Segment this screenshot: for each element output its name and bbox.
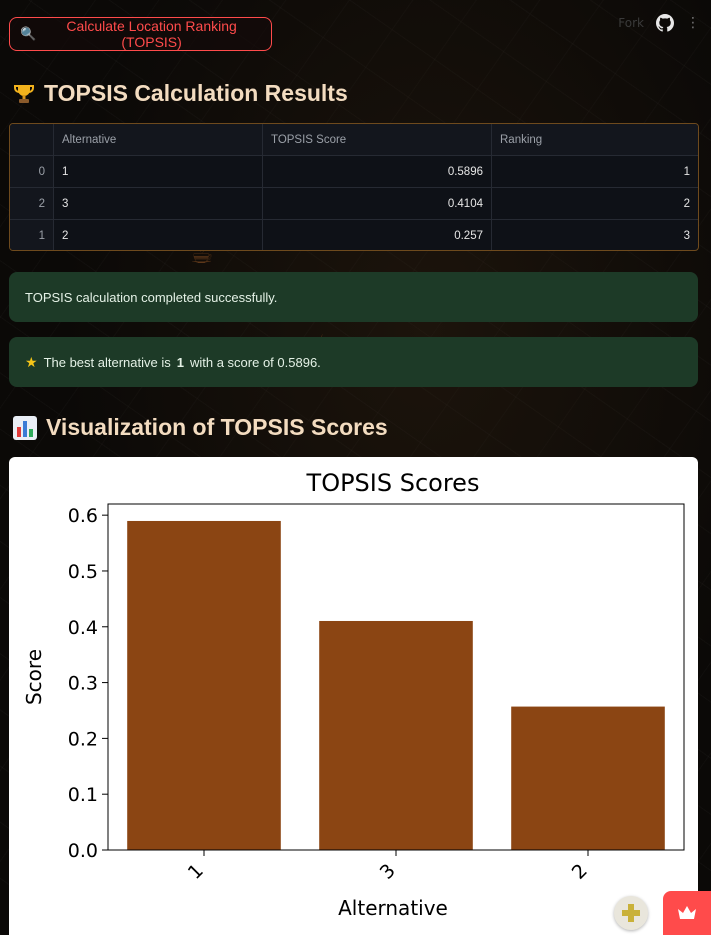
cell-score: 0.4104 [262, 187, 492, 220]
best-prefix: The best alternative is [43, 354, 171, 370]
success-message: TOPSIS calculation completed successfull… [25, 289, 278, 305]
column-header-score[interactable]: TOPSIS Score [262, 124, 492, 156]
y-axis-label: Score [22, 649, 46, 705]
bar-chart-icon [13, 415, 37, 440]
column-header-ranking[interactable]: Ranking [491, 124, 698, 156]
cell-alternative: 3 [53, 187, 263, 220]
cell-ranking: 2 [491, 187, 698, 220]
cell-score: 0.5896 [262, 155, 492, 188]
table-row[interactable]: 0 1 0.5896 1 [10, 155, 698, 188]
topsis-scores-chart: TOPSIS Scores 0.0 0.1 0.2 0.3 0.4 0.5 0.6 132 … [9, 457, 698, 935]
cell-score: 0.257 [262, 219, 492, 250]
success-alert: TOPSIS calculation completed successfull… [9, 272, 698, 322]
results-heading: TOPSIS Calculation Results [12, 80, 348, 107]
table-header-row: Alternative TOPSIS Score Ranking [10, 124, 698, 156]
more-icon[interactable]: ⋮ [686, 15, 700, 31]
cell-ranking: 3 [683, 229, 690, 242]
bar-1 [127, 520, 281, 850]
table-row[interactable]: 1 2 0.257 3 [10, 219, 698, 250]
x-tick-label: 3 [376, 860, 400, 884]
streamlit-crown-icon[interactable] [663, 891, 711, 935]
column-header-alternative[interactable]: Alternative [53, 124, 263, 156]
y-tick-label: 0.4 [68, 617, 98, 639]
visualization-title: Visualization of TOPSIS Scores [46, 414, 388, 440]
trophy-icon [14, 84, 34, 103]
y-tick-label: 0.5 [68, 561, 98, 583]
chart-title: TOPSIS Scores [306, 469, 480, 497]
cell-ranking: 1 [491, 155, 698, 188]
results-table[interactable]: Alternative TOPSIS Score Ranking 0 1 0.5… [9, 123, 699, 251]
calculate-ranking-button[interactable]: 🔍 Calculate Location Ranking (TOPSIS) [9, 17, 272, 51]
column-header-index[interactable] [10, 124, 54, 156]
cell-alternative: 2 [53, 219, 263, 250]
magnifier-icon: 🔍 [20, 26, 37, 41]
results-title: TOPSIS Calculation Results [44, 80, 348, 106]
bar-chart: TOPSIS Scores 0.00.10.20.30.40.50.6 132 … [22, 469, 685, 920]
github-icon[interactable] [656, 14, 674, 32]
toolbar: Fork ⋮ [618, 14, 700, 32]
y-tick-label: 0.3 [68, 673, 98, 695]
table-row[interactable]: 2 3 0.4104 2 [10, 187, 698, 220]
row-index: 0 [10, 155, 54, 188]
y-tick-label: 0.6 [68, 505, 98, 527]
star-icon: ★ [25, 353, 38, 370]
y-tick-label: 0.0 [68, 840, 98, 862]
bar-2 [511, 706, 665, 850]
streamlit-cross-icon[interactable] [614, 896, 648, 930]
row-index: 2 [10, 187, 54, 220]
fork-link[interactable]: Fork [618, 16, 644, 30]
best-suffix: with a score of 0.5896. [189, 354, 321, 370]
cell-alternative: 1 [53, 155, 263, 188]
visualization-heading: Visualization of TOPSIS Scores [12, 414, 388, 441]
y-tick-label: 0.2 [68, 728, 98, 750]
row-index: 1 [10, 219, 54, 250]
x-tick-label: 1 [184, 860, 208, 884]
bar-3 [319, 620, 473, 850]
calculate-button-label: Calculate Location Ranking (TOPSIS) [66, 18, 237, 50]
x-axis-label: Alternative [338, 896, 448, 920]
best-alternative-alert: ★ The best alternative is 1 with a score… [9, 337, 698, 387]
y-tick-label: 0.1 [68, 784, 98, 806]
best-alternative-value: 1 [176, 354, 184, 370]
x-tick-label: 2 [568, 860, 592, 884]
